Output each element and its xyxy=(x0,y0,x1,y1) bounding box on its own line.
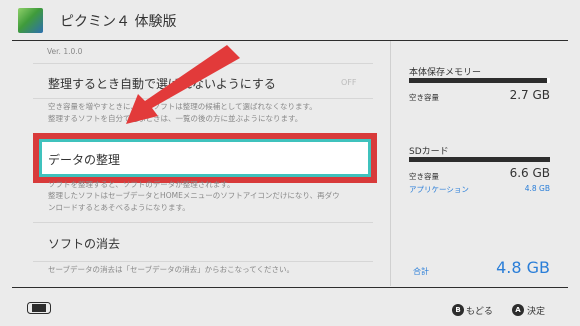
data-manage-label: データの整理 xyxy=(48,153,121,167)
page-title: ピクミン４ 体験版 xyxy=(60,14,177,30)
switch-console-icon xyxy=(27,302,51,314)
auto-archive-label: 整理するとき自動で選ばれないようにする xyxy=(48,77,276,91)
delete-software-label: ソフトの消去 xyxy=(48,237,121,251)
a-button-icon[interactable]: A xyxy=(512,304,524,316)
total-value: 4.8 GB xyxy=(496,258,550,277)
data-manage-desc-2: 整理したソフトはセーブデータとHOMEメニューのソフトアイコンだけになり、再ダウ xyxy=(48,191,340,200)
total-label: 合計 xyxy=(413,267,429,276)
system-free-value: 2.7 GB xyxy=(509,88,550,102)
data-manage-desc-1: ソフトを整理すると、ソフトのデータが整理されます。 xyxy=(48,180,235,189)
system-memory-label: 本体保存メモリー xyxy=(409,68,482,78)
sd-card-label: SDカード xyxy=(409,147,449,157)
sd-app-value: 4.8 GB xyxy=(524,184,550,193)
sd-free-value: 6.6 GB xyxy=(509,166,550,180)
data-manage-desc-3: ンロードするとあそべるようになります。 xyxy=(48,203,190,212)
auto-archive-desc-2: 整理するソフトを自分で選ぶときは、一覧の後の方に並ぶようになります。 xyxy=(48,114,303,123)
version-label: Ver. 1.0.0 xyxy=(47,47,83,56)
footer-divider xyxy=(12,287,568,288)
sd-free-label: 空き容量 xyxy=(409,172,439,181)
auto-archive-desc-1: 空き容量を増やすときに、このソフトは整理の候補として選ばれなくなります。 xyxy=(48,102,317,111)
system-memory-free-segment xyxy=(547,78,550,83)
system-free-label: 空き容量 xyxy=(409,93,439,102)
system-memory-bar xyxy=(409,78,550,83)
pane-divider xyxy=(390,41,391,286)
ok-button-label[interactable]: 決定 xyxy=(527,304,545,317)
sd-app-label: アプリケーション xyxy=(409,185,469,194)
b-button-icon[interactable]: B xyxy=(452,304,464,316)
back-button-label[interactable]: もどる xyxy=(466,304,493,317)
sd-card-bar xyxy=(409,157,550,162)
game-icon xyxy=(18,8,43,33)
delete-software-desc: セーブデータの消去は「セーブデータの消去」からおこなってください。 xyxy=(48,265,294,274)
auto-archive-state: OFF xyxy=(341,78,357,87)
